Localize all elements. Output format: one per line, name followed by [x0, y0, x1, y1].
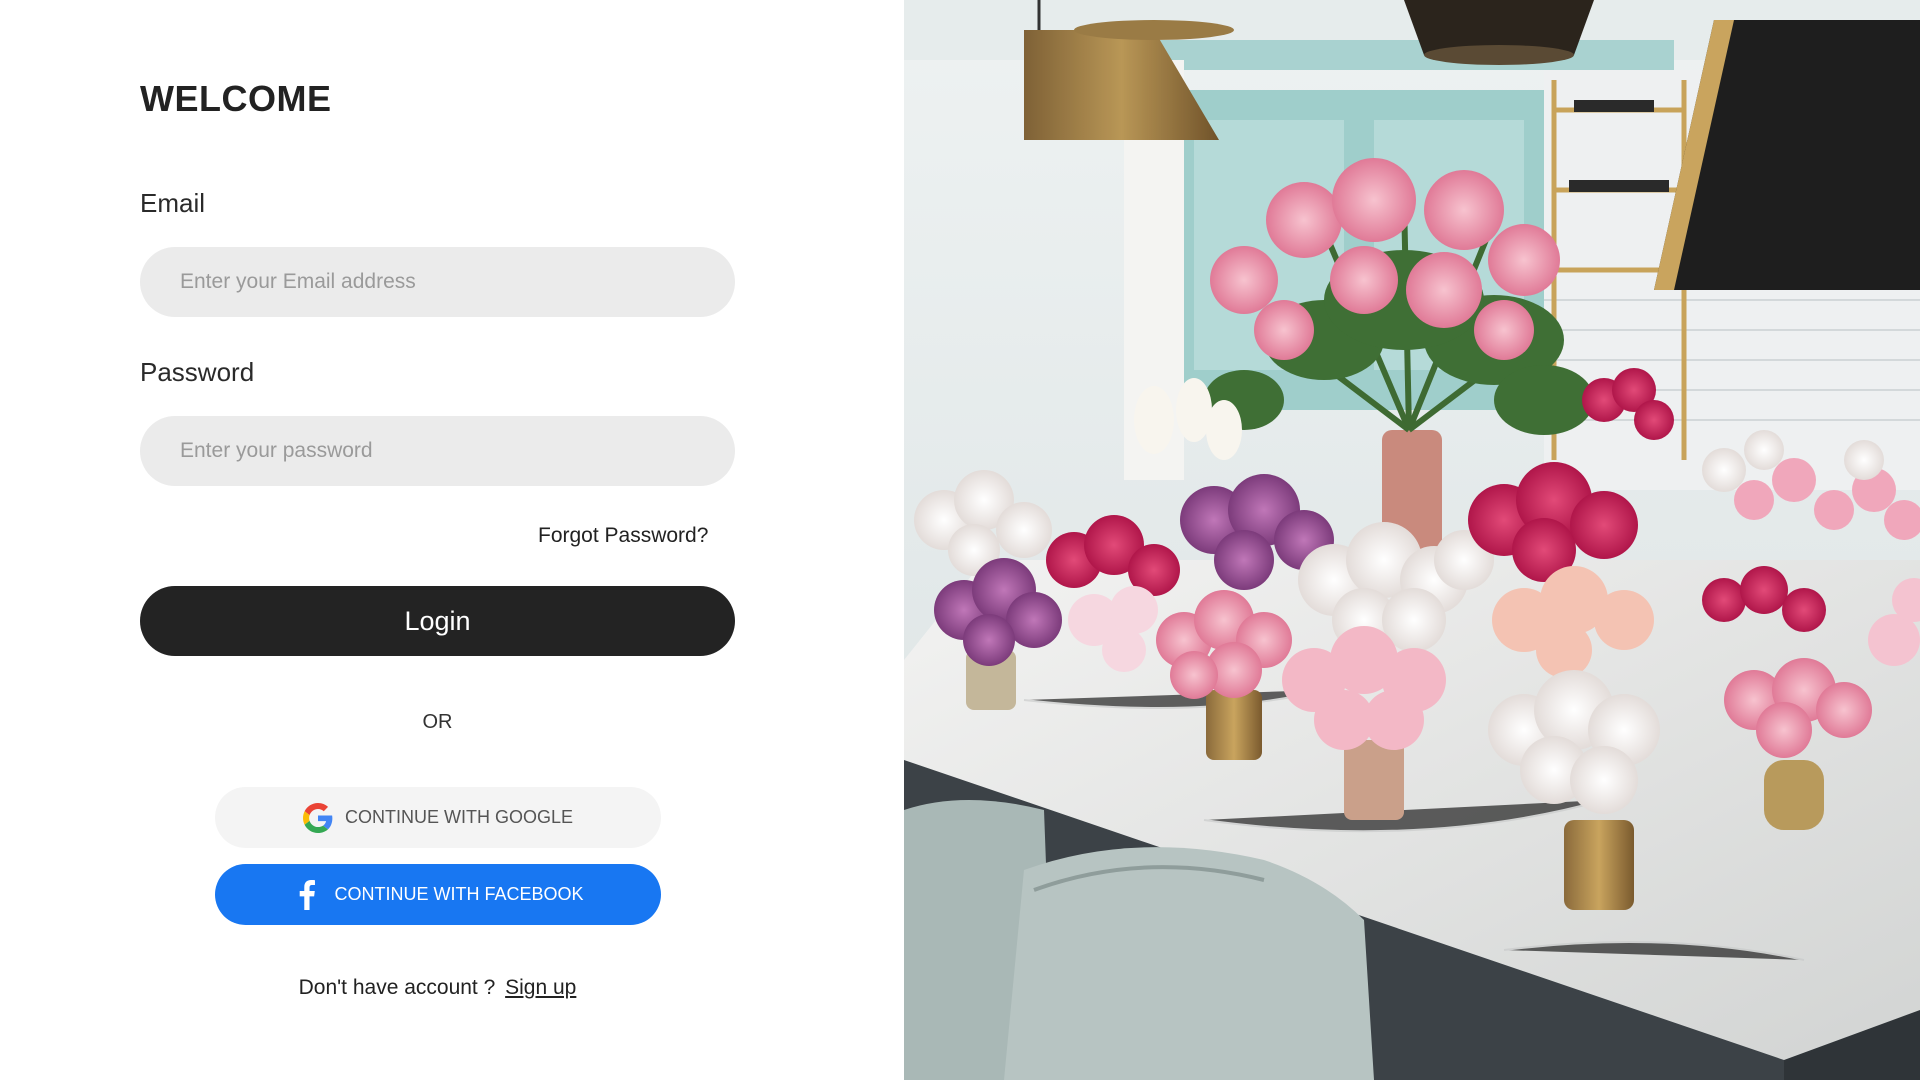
page-title: WELCOME: [140, 78, 332, 119]
signup-row: Don't have account ? Sign up: [0, 976, 875, 1000]
login-button[interactable]: Login: [140, 586, 735, 656]
facebook-icon: [292, 879, 322, 910]
hero-image: [904, 0, 1920, 1080]
google-icon: [302, 802, 333, 833]
email-label: Email: [140, 188, 206, 218]
login-page: WELCOME Email Password Forgot Password? …: [0, 0, 1920, 1080]
password-field[interactable]: [140, 416, 735, 486]
email-field[interactable]: [140, 247, 735, 317]
password-label: Password: [140, 357, 255, 387]
continue-with-google-button[interactable]: CONTINUE WITH GOOGLE: [215, 787, 661, 848]
login-panel: WELCOME Email Password Forgot Password? …: [0, 0, 904, 1080]
or-divider: OR: [422, 711, 453, 733]
signup-link[interactable]: Sign up: [505, 976, 576, 999]
no-account-text: Don't have account ?: [298, 976, 496, 999]
kitchen-flowers-illustration: [904, 0, 1920, 1080]
forgot-password-link[interactable]: Forgot Password?: [538, 524, 708, 548]
facebook-button-label: CONTINUE WITH FACEBOOK: [334, 884, 584, 904]
google-button-label: CONTINUE WITH GOOGLE: [344, 807, 573, 827]
continue-with-facebook-button[interactable]: CONTINUE WITH FACEBOOK: [215, 864, 661, 925]
